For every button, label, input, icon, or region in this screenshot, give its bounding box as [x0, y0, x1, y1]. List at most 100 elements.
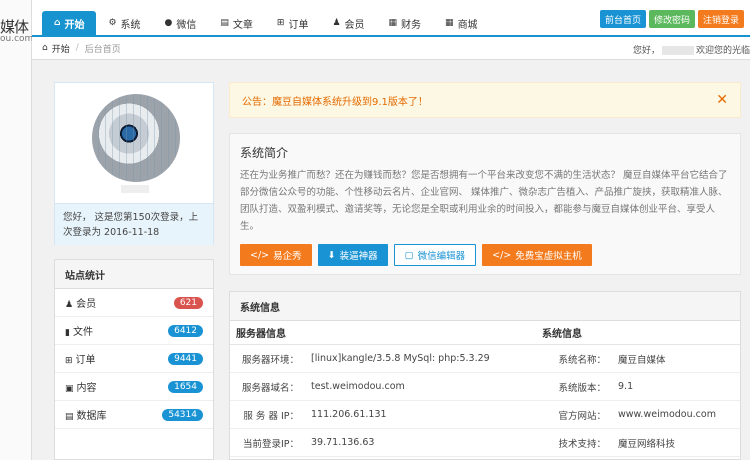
stat-label-wrap: ♟ 会员 — [65, 295, 96, 310]
server-info-header: 服务器信息 — [236, 329, 286, 340]
nav-item-2[interactable]: ● 微信 — [153, 11, 209, 35]
user-icon: ♟ — [332, 18, 341, 28]
nav-item-label: 商城 — [457, 19, 478, 31]
logo-subtext: ou.com — [0, 34, 34, 44]
nav-item-5[interactable]: ♟ 会员 — [320, 11, 376, 35]
sysinfo-k2: 系统名称： — [558, 354, 606, 366]
breadcrumb-home[interactable]: 开始 — [52, 42, 70, 55]
stat-label: 订单 — [75, 355, 96, 366]
document-icon: ▤ — [220, 18, 229, 28]
stat-label: 内容 — [76, 383, 97, 394]
home-icon: ⌂ — [54, 18, 61, 28]
cart-icon: ⊞ — [276, 18, 285, 28]
sysinfo-v: 111.206.61.131 — [311, 409, 387, 420]
nav-item-label: 会员 — [344, 19, 365, 31]
database-icon: ▤ — [65, 412, 74, 422]
breadcrumb-bar: ⌂ 开始 / 后台首页 您好， 欢迎您的光临 — [32, 35, 750, 60]
logout-button[interactable]: 注销登录 — [697, 10, 744, 28]
nav-item-label: 文章 — [232, 19, 253, 31]
stat-label: 会员 — [76, 299, 97, 310]
stat-label-wrap: ▤ 数据库 — [65, 407, 107, 422]
avatar — [92, 94, 180, 182]
welcome-suffix: 欢迎您的光临 — [695, 46, 750, 56]
stat-row[interactable]: ⊞ 订单 9441 — [55, 345, 213, 373]
welcome-text: 您好， 欢迎您的光临 — [633, 43, 750, 56]
button-icon: ⬇ — [327, 249, 336, 261]
notice-bar: 公告：魔豆自媒体系统升级到9.1版本了！ ✕ — [229, 82, 741, 118]
sysinfo-k2: 技术支持： — [558, 438, 606, 450]
stat-row[interactable]: ▤ 数据库 54314 — [55, 401, 213, 429]
nav-item-label: 开始 — [64, 19, 85, 31]
breadcrumb-current: 后台首页 — [84, 44, 121, 55]
sysinfo-k: 服 务 器 IP： — [243, 410, 299, 422]
sysinfo-k2: 官方网站： — [558, 410, 606, 422]
profile-panel: 您好， 这是您第150次登录，上次登录为 2016-11-18 — [54, 82, 214, 245]
close-icon[interactable]: ✕ — [716, 92, 728, 108]
intro-buttons: </> 易企秀 ⬇ 装逼神器 ▢ 微信编辑器 </> 免费宝虚拟主机 — [240, 244, 592, 266]
intro-button-0[interactable]: </> 易企秀 — [240, 244, 312, 266]
nav-item-label: 财务 — [401, 19, 422, 31]
main-nav: ⌂ 开始 ⚙ 系统 ● 微信 ▤ 文章 ⊞ 订单 ♟ 会员 ▦ 财务 ▦ 商城 — [42, 11, 490, 35]
sysinfo-k: 服务器环境： — [241, 354, 299, 366]
user-icon: ♟ — [65, 300, 74, 310]
content-icon: ▣ — [65, 384, 74, 394]
count-badge: 6412 — [168, 324, 203, 337]
system-info-panel: 系统信息 服务器信息 系统信息 服务器环境： [linux]kangle/3.5.… — [229, 291, 741, 460]
nav-item-4[interactable]: ⊞ 订单 — [265, 11, 321, 35]
nav-item-label: 订单 — [288, 19, 309, 31]
button-label: 微信编辑器 — [417, 251, 466, 262]
logo-column: 媒体 ou.com — [0, 0, 34, 460]
button-icon: </> — [492, 249, 512, 261]
username-redacted — [121, 185, 149, 193]
breadcrumb: ⌂ 开始 / 后台首页 — [42, 42, 121, 55]
nav-item-1[interactable]: ⚙ 系统 — [96, 11, 152, 35]
username-redacted — [661, 46, 694, 55]
sysinfo-v2: 魔豆自媒体 — [618, 354, 666, 366]
nav-item-7[interactable]: ▦ 商城 — [433, 11, 490, 35]
top-navbar: ⌂ 开始 ⚙ 系统 ● 微信 ▤ 文章 ⊞ 订单 ♟ 会员 ▦ 财务 ▦ 商城 前台首页 修改密码 注销登录 — [32, 0, 750, 35]
nav-item-6[interactable]: ▦ 财务 — [377, 11, 434, 35]
home-icon: ⌂ — [42, 43, 48, 53]
button-label: 易企秀 — [273, 251, 302, 262]
table-icon: ▦ — [445, 18, 454, 28]
intro-body: 还在为业务推广而愁？还在为赚钱而愁？您是否想拥有一个平台来改变您不满的生活状态？… — [240, 170, 728, 232]
system-intro-panel: 系统简介 还在为业务推广而愁？还在为赚钱而愁？您是否想拥有一个平台来改变您不满的… — [229, 133, 741, 275]
sysinfo-row: 服务器环境： [linux]kangle/3.5.8 MySql: php:5.3… — [230, 345, 740, 373]
chat-icon: ● — [164, 18, 173, 28]
sysinfo-v: test.weimodou.com — [311, 381, 405, 392]
stat-label-wrap: ▮ 文件 — [65, 323, 93, 338]
stat-row[interactable]: ♟ 会员 621 — [55, 289, 213, 317]
stat-label: 文件 — [72, 327, 93, 338]
nav-item-0[interactable]: ⌂ 开始 — [42, 11, 97, 35]
sysinfo-k2: 系统版本： — [558, 382, 606, 394]
count-badge: 54314 — [162, 408, 203, 421]
sysinfo-v: 39.71.136.63 — [311, 437, 375, 448]
button-label: 免费宝虚拟主机 — [515, 251, 582, 262]
front-home-button[interactable]: 前台首页 — [599, 10, 646, 28]
file-icon: ▮ — [65, 328, 70, 338]
stat-label-wrap: ▣ 内容 — [65, 379, 97, 394]
count-badge: 9441 — [168, 352, 203, 365]
login-message: 您好， 这是您第150次登录，上次登录为 2016-11-18 — [55, 203, 213, 245]
button-label: 装逼神器 — [339, 251, 378, 262]
intro-button-1[interactable]: ⬇ 装逼神器 — [317, 244, 388, 266]
intro-title: 系统简介 — [240, 146, 289, 160]
sysinfo-k: 当前登录IP： — [242, 438, 299, 450]
site-stats-panel: 站点统计 ♟ 会员 621 ▮ 文件 6412 ⊞ 订单 9441 ▣ 内容 1654 ▤ 数据库 5431… — [54, 259, 214, 460]
stat-label-wrap: ⊞ 订单 — [65, 351, 96, 366]
change-password-button[interactable]: 修改密码 — [648, 10, 695, 28]
nav-item-3[interactable]: ▤ 文章 — [208, 11, 265, 35]
count-badge: 621 — [173, 296, 203, 309]
sysinfo-v: [linux]kangle/3.5.8 MySql: php:5.3.29 — [311, 353, 490, 364]
stat-row[interactable]: ▮ 文件 6412 — [55, 317, 213, 345]
count-badge: 1654 — [168, 380, 203, 393]
sysinfo-row: 当前登录IP： 39.71.136.63 技术支持： 魔豆网络科技 — [230, 429, 740, 457]
intro-button-2[interactable]: ▢ 微信编辑器 — [393, 244, 477, 266]
intro-button-3[interactable]: </> 免费宝虚拟主机 — [482, 244, 592, 266]
welcome-prefix: 您好， — [632, 46, 660, 56]
sysinfo-row: 服务器域名： test.weimodou.com 系统版本： 9.1 — [230, 373, 740, 401]
stat-row[interactable]: ▣ 内容 1654 — [55, 373, 213, 401]
gear-icon: ⚙ — [108, 18, 117, 28]
breadcrumb-separator: / — [75, 43, 79, 53]
button-icon: ▢ — [404, 249, 414, 261]
